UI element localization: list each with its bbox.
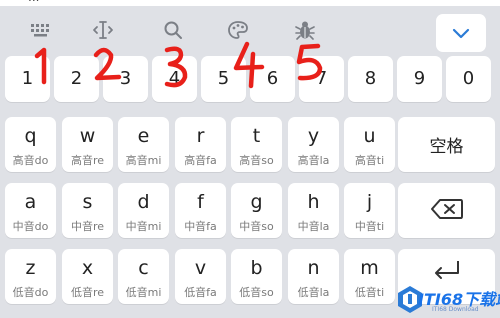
key-note-label: 低音do — [12, 286, 49, 299]
key-note-label: 低音ti — [354, 286, 385, 299]
key-letter: h — [307, 191, 320, 213]
key-note-label: 中音mi — [125, 220, 162, 233]
key-note-label: 高音la — [297, 154, 330, 167]
letter-key-w[interactable]: w 高音re — [62, 117, 113, 172]
letter-key-v[interactable]: v 低音fa — [175, 249, 226, 304]
key-note-label: 低音re — [70, 286, 105, 299]
number-key-label: 3 — [119, 68, 132, 89]
top-strip-text: ... — [28, 0, 39, 4]
number-key-label: 5 — [217, 68, 230, 89]
key-note-label: 高音so — [239, 154, 274, 167]
key-letter: w — [79, 125, 96, 147]
number-key-8[interactable]: 8 — [348, 56, 393, 102]
key-letter: y — [307, 125, 320, 147]
palette-icon[interactable] — [224, 18, 252, 42]
number-key-label: 7 — [315, 68, 328, 89]
number-key-label: 4 — [168, 68, 181, 89]
key-letter: a — [24, 191, 37, 213]
number-key-4[interactable]: 4 — [152, 56, 197, 102]
number-key-1[interactable]: 1 — [5, 56, 50, 102]
letter-key-e[interactable]: e 高音mi — [118, 117, 169, 172]
key-note-label: 中音so — [239, 220, 274, 233]
key-note-label: 中音fa — [184, 220, 217, 233]
key-note-label: 低音la — [297, 286, 330, 299]
key-letter: g — [250, 191, 263, 213]
key-note-label: 高音ti — [354, 154, 385, 167]
letter-key-x[interactable]: x 低音re — [62, 249, 113, 304]
letter-key-f[interactable]: f 中音fa — [175, 183, 226, 238]
key-letter: d — [137, 191, 150, 213]
keyboard-icon[interactable] — [27, 18, 55, 42]
number-key-label: 0 — [462, 68, 475, 89]
key-letter: x — [81, 257, 94, 279]
key-note-label: 高音fa — [184, 154, 217, 167]
key-letter: u — [363, 125, 376, 147]
key-letter: j — [366, 191, 373, 213]
letter-key-t[interactable]: t 高音so — [231, 117, 282, 172]
key-letter: m — [360, 257, 379, 279]
letter-key-d[interactable]: d 中音mi — [118, 183, 169, 238]
key-letter: e — [137, 125, 150, 147]
letter-key-b[interactable]: b 低音so — [231, 249, 282, 304]
key-note-label: 高音mi — [125, 154, 162, 167]
letter-key-z[interactable]: z 低音do — [5, 249, 56, 304]
letter-key-s[interactable]: s 中音re — [62, 183, 113, 238]
enter-icon — [432, 259, 462, 285]
key-letter: f — [197, 191, 204, 213]
number-key-5[interactable]: 5 — [201, 56, 246, 102]
key-letter: s — [82, 191, 93, 213]
number-key-label: 1 — [21, 68, 34, 89]
number-key-label: 6 — [266, 68, 279, 89]
watermark-subtext: ITI68 Download — [432, 306, 479, 313]
number-key-9[interactable]: 9 — [397, 56, 442, 102]
number-key-label: 8 — [364, 68, 377, 89]
key-note-label: 中音la — [297, 220, 330, 233]
key-letter: v — [194, 257, 207, 279]
number-key-6[interactable]: 6 — [250, 56, 295, 102]
collapse-keyboard-button[interactable] — [436, 14, 486, 52]
bug-icon[interactable] — [291, 18, 319, 42]
backspace-icon — [430, 198, 464, 224]
key-letter: b — [250, 257, 263, 279]
key-note-label: 中音ti — [354, 220, 385, 233]
letter-key-g[interactable]: g 中音so — [231, 183, 282, 238]
letter-key-m[interactable]: m 低音ti — [344, 249, 395, 304]
letter-key-r[interactable]: r 高音fa — [175, 117, 226, 172]
key-letter: t — [252, 125, 261, 147]
space-key-label: 空格 — [429, 137, 464, 157]
key-letter: c — [138, 257, 149, 279]
letter-key-y[interactable]: y 高音la — [288, 117, 339, 172]
key-letter: r — [196, 125, 205, 147]
key-note-label: 低音so — [239, 286, 274, 299]
chevron-down-icon — [452, 24, 470, 43]
key-letter: q — [24, 125, 37, 147]
number-key-2[interactable]: 2 — [54, 56, 99, 102]
letter-key-h[interactable]: h 中音la — [288, 183, 339, 238]
letter-key-q[interactable]: q 高音do — [5, 117, 56, 172]
key-letter: n — [307, 257, 320, 279]
letter-key-j[interactable]: j 中音ti — [344, 183, 395, 238]
backspace-key[interactable] — [398, 183, 495, 238]
number-key-7[interactable]: 7 — [299, 56, 344, 102]
key-note-label: 中音do — [12, 220, 49, 233]
search-icon[interactable] — [159, 18, 187, 42]
letter-key-c[interactable]: c 低音mi — [118, 249, 169, 304]
letter-key-n[interactable]: n 低音la — [288, 249, 339, 304]
space-key[interactable]: 空格 — [398, 117, 495, 172]
key-note-label: 低音fa — [184, 286, 217, 299]
key-note-label: 中音re — [70, 220, 105, 233]
key-note-label: 高音re — [70, 154, 105, 167]
number-key-label: 9 — [413, 68, 426, 89]
key-note-label: 高音do — [12, 154, 49, 167]
letter-key-u[interactable]: u 高音ti — [344, 117, 395, 172]
key-note-label: 低音mi — [125, 286, 162, 299]
key-letter: z — [25, 257, 36, 279]
number-key-0[interactable]: 0 — [446, 56, 491, 102]
number-key-label: 2 — [70, 68, 83, 89]
keyboard-toolbar — [0, 6, 500, 52]
number-key-3[interactable]: 3 — [103, 56, 148, 102]
letter-key-a[interactable]: a 中音do — [5, 183, 56, 238]
text-cursor-icon[interactable] — [89, 18, 117, 42]
